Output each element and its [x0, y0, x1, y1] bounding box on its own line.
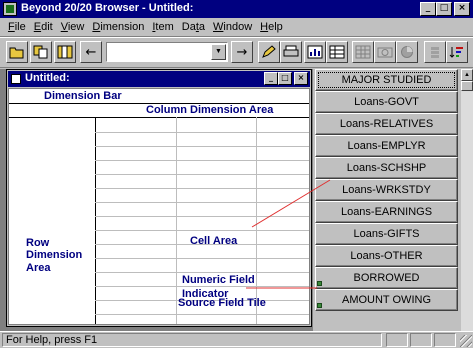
menu-file[interactable]: File	[4, 21, 30, 33]
camera-icon[interactable]	[374, 41, 396, 63]
row-area-label-2: Dimension	[26, 249, 83, 261]
numeric-indicator-label-1: Numeric Field	[182, 274, 255, 286]
menu-window[interactable]: Window	[209, 21, 256, 33]
tile-borrowed[interactable]: BORROWED	[315, 267, 458, 289]
chart-icon[interactable]	[304, 41, 326, 63]
menu-view[interactable]: View	[57, 21, 89, 33]
chevron-down-icon[interactable]: ▼	[211, 44, 226, 60]
column-area-label: Column Dimension Area	[146, 104, 274, 116]
numeric-field-indicator	[317, 303, 322, 308]
tile-loans-earnings[interactable]: Loans-EARNINGS	[315, 201, 458, 223]
mdi-client-area: Untitled: _ □ × Dimension Bar Column Dim…	[0, 69, 313, 331]
cell-area-label: Cell Area	[190, 235, 238, 247]
app-title: Beyond 20/20 Browser - Untitled:	[21, 2, 194, 14]
document-title-bar[interactable]: Untitled: _ □ ×	[8, 71, 310, 87]
tile-amount-owing[interactable]: AMOUNT OWING	[315, 289, 458, 311]
vertical-scrollbar[interactable]: ▲ ▼	[461, 69, 473, 348]
print-icon[interactable]	[280, 41, 302, 63]
doc-maximize-button[interactable]: □	[278, 72, 292, 85]
row-area-label-1: Row	[26, 237, 50, 249]
grid-icon[interactable]	[352, 41, 374, 63]
doc-close-button[interactable]: ×	[294, 72, 308, 85]
tile-loans-relatives[interactable]: Loans-RELATIVES	[315, 113, 458, 135]
row-area-divider	[95, 117, 96, 324]
open-icon[interactable]	[6, 41, 28, 63]
layout-icon[interactable]	[54, 41, 76, 63]
table-view[interactable]: Dimension Bar Column Dimension Area Row …	[8, 88, 310, 325]
pie-icon[interactable]	[396, 41, 418, 63]
forward-arrow-icon[interactable]: →	[231, 41, 253, 63]
close-button[interactable]: ×	[454, 2, 470, 16]
bar-chart-icon[interactable]	[424, 41, 446, 63]
toolbar: ← ▼ →	[0, 36, 473, 68]
status-bar: For Help, press F1	[0, 331, 473, 348]
status-pane-1	[386, 333, 408, 347]
menu-help[interactable]: Help	[256, 21, 287, 33]
resize-grip-icon[interactable]	[460, 335, 472, 347]
tile-loans-other[interactable]: Loans-OTHER	[315, 245, 458, 267]
status-pane-3	[434, 333, 456, 347]
app-icon[interactable]	[3, 2, 17, 16]
tile-loans-gifts[interactable]: Loans-GIFTS	[315, 223, 458, 245]
sort-icon[interactable]	[446, 41, 468, 63]
menu-bar: File Edit View Dimension Item Data Windo…	[0, 18, 473, 36]
column-area-divider	[9, 117, 309, 118]
menu-dimension[interactable]: Dimension	[88, 21, 148, 33]
doc-minimize-button[interactable]: _	[264, 72, 278, 85]
dimension-combo[interactable]: ▼	[106, 42, 228, 62]
back-arrow-icon[interactable]: ←	[80, 41, 102, 63]
menu-item[interactable]: Item	[148, 21, 177, 33]
document-icon[interactable]	[11, 74, 21, 84]
numeric-indicator-label-2: Indicator	[182, 288, 229, 300]
document-title: Untitled:	[25, 72, 70, 84]
app-title-bar[interactable]: Beyond 20/20 Browser - Untitled: _ □ ×	[0, 0, 473, 18]
tile-loans-wrkstdy[interactable]: Loans-WRKSTDY	[315, 179, 458, 201]
menu-data[interactable]: Data	[178, 21, 209, 33]
maximize-button[interactable]: □	[436, 2, 452, 16]
tile-major-studied[interactable]: MAJOR STUDIED	[315, 69, 458, 91]
status-text: For Help, press F1	[2, 333, 382, 347]
tile-loans-emplyr[interactable]: Loans-EMPLYR	[315, 135, 458, 157]
minimize-button[interactable]: _	[420, 2, 436, 16]
numeric-field-indicator	[317, 281, 322, 286]
pencil-icon[interactable]	[258, 41, 280, 63]
document-window[interactable]: Untitled: _ □ × Dimension Bar Column Dim…	[6, 69, 312, 327]
copy-icon[interactable]	[30, 41, 52, 63]
table-icon[interactable]	[326, 41, 348, 63]
row-area-label-3: Area	[26, 262, 51, 274]
status-pane-2	[410, 333, 432, 347]
dimension-bar-label: Dimension Bar	[44, 90, 122, 102]
dimension-tile-panel: MAJOR STUDIED Loans-GOVT Loans-RELATIVES…	[313, 69, 461, 331]
menu-edit[interactable]: Edit	[30, 21, 57, 33]
scroll-thumb[interactable]	[461, 81, 473, 91]
scroll-up-arrow-icon[interactable]: ▲	[461, 69, 473, 81]
tile-loans-schshp[interactable]: Loans-SCHSHP	[315, 157, 458, 179]
tile-loans-govt[interactable]: Loans-GOVT	[315, 91, 458, 113]
